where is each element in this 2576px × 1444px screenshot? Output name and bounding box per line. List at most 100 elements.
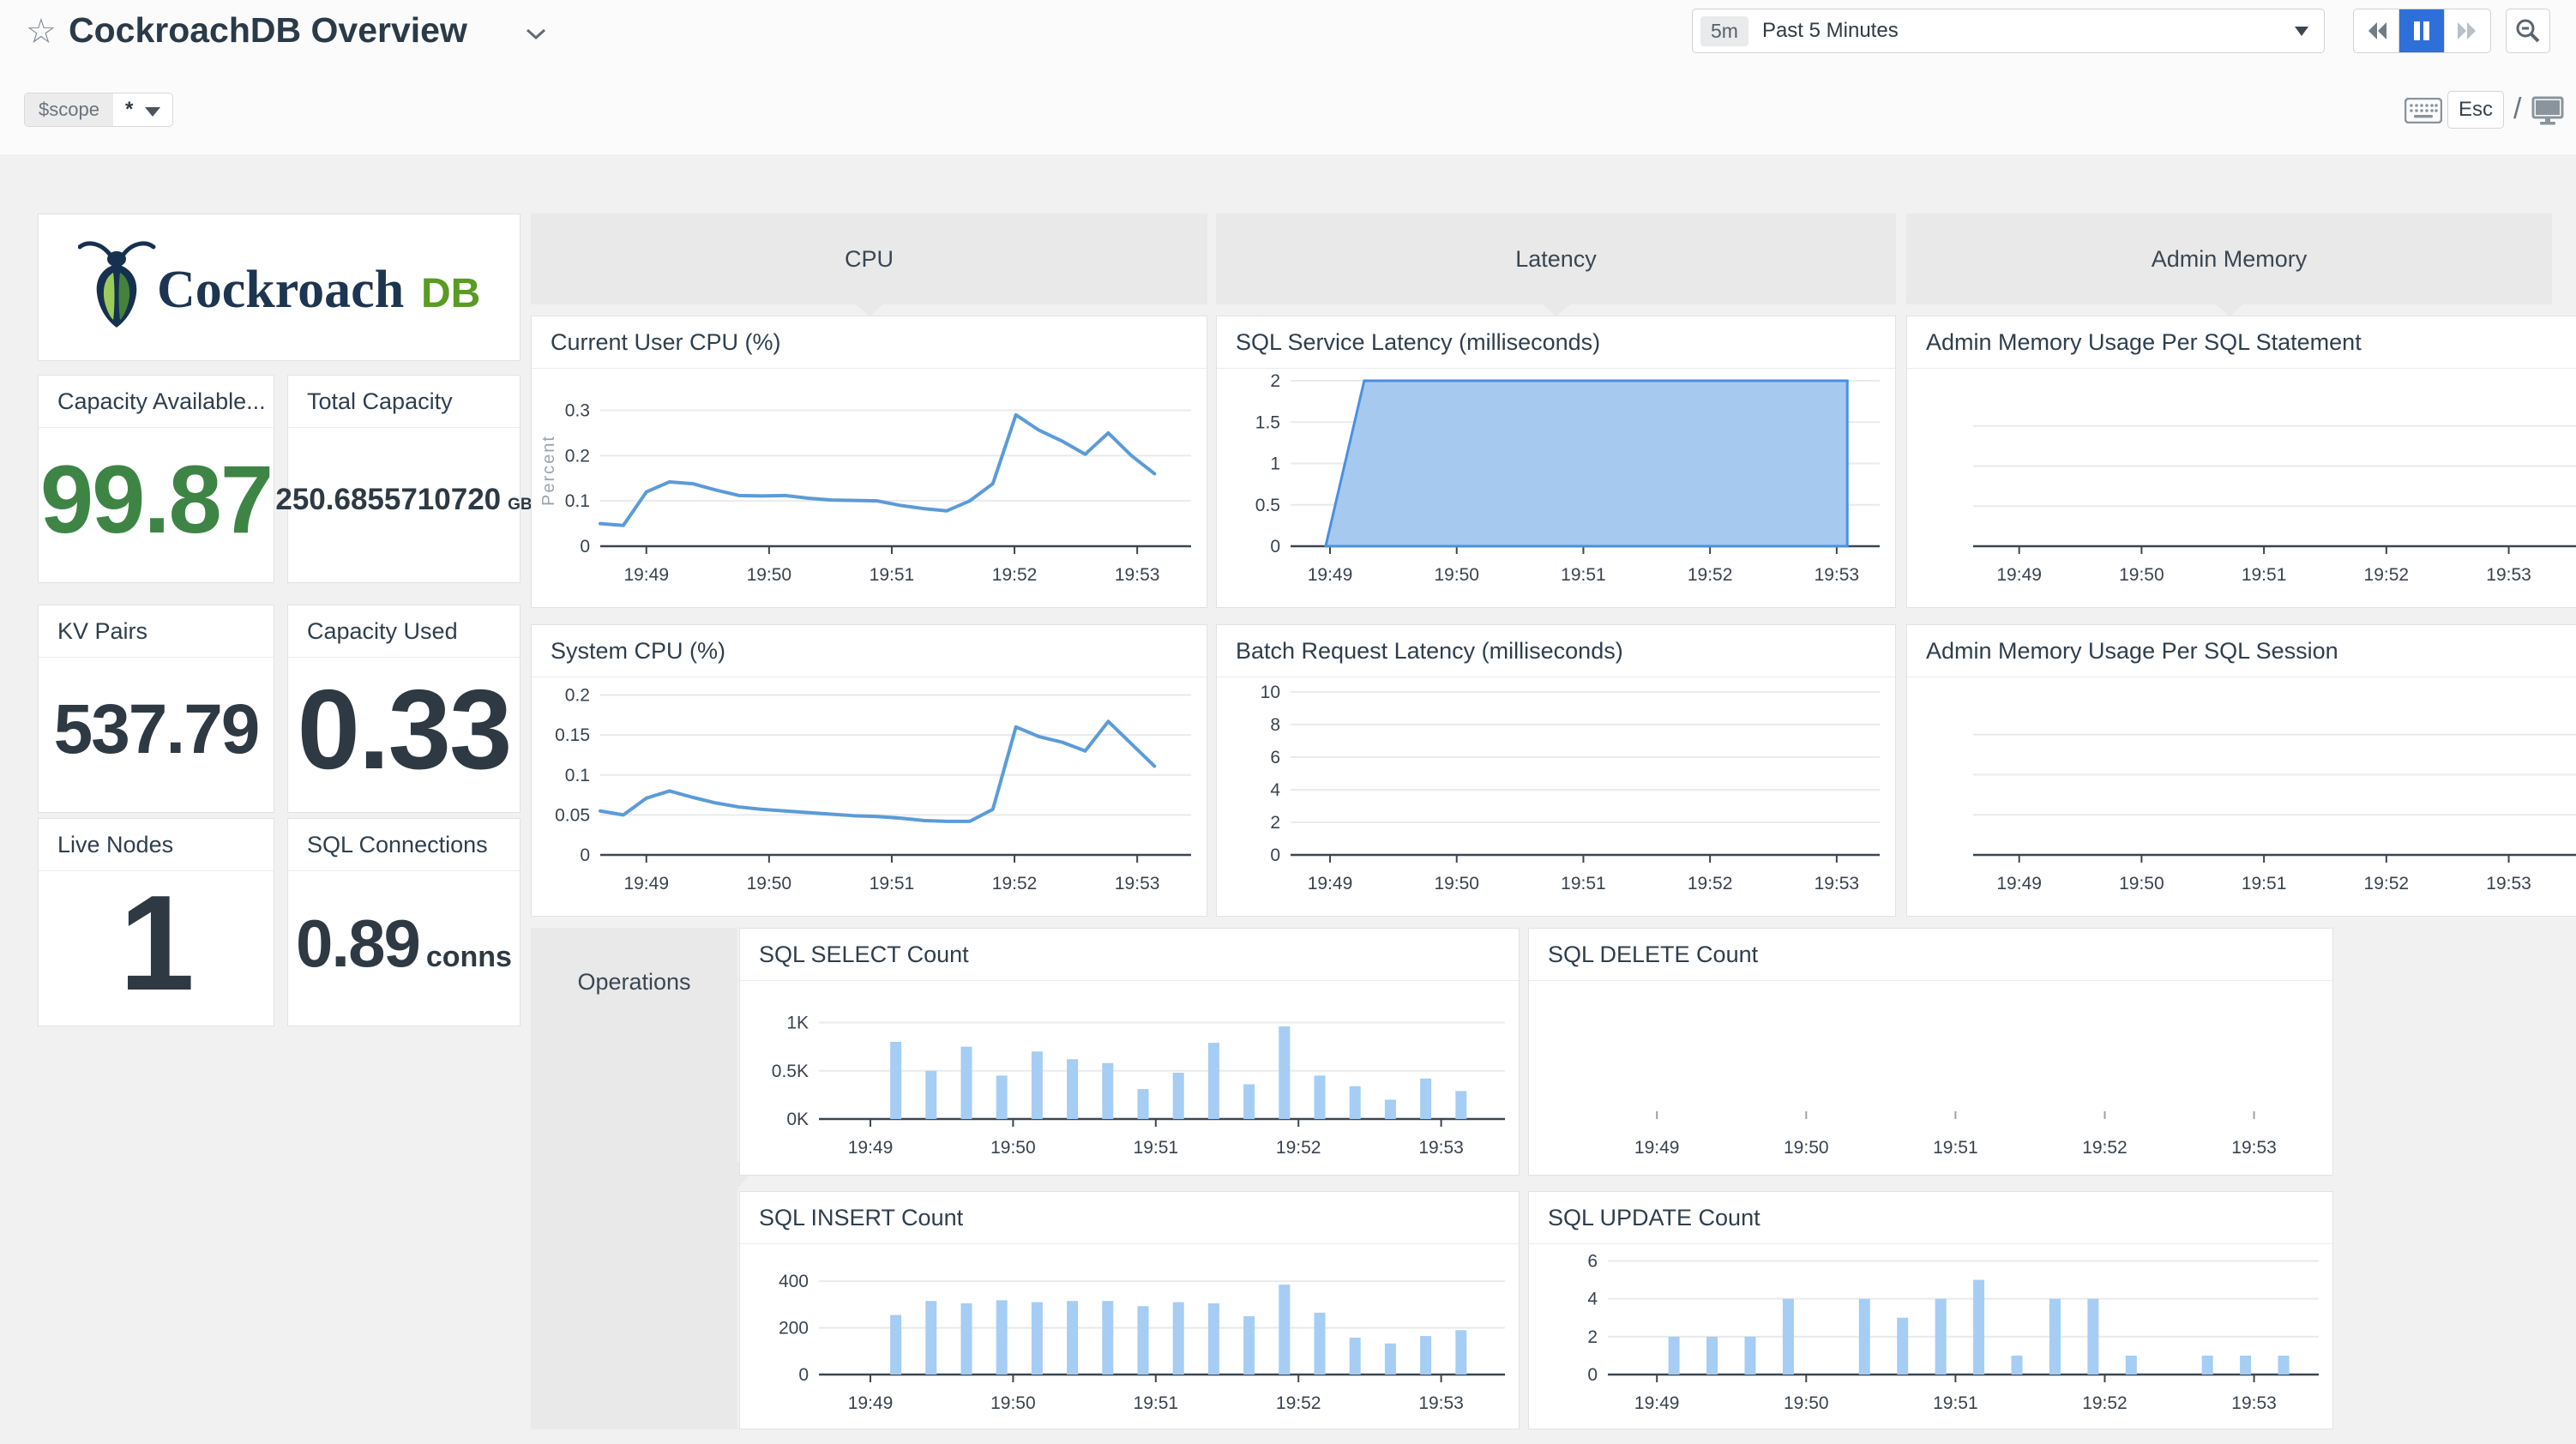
svg-text:19:50: 19:50 — [747, 874, 792, 893]
svg-text:19:49: 19:49 — [623, 565, 669, 585]
group-label: Admin Memory — [2151, 245, 2308, 272]
svg-text:19:52: 19:52 — [1276, 1138, 1321, 1158]
svg-text:19:50: 19:50 — [747, 565, 792, 585]
svg-text:19:49: 19:49 — [848, 1393, 894, 1413]
chart-sql-select-count[interactable]: 0K 0.5K 1K 19:49 19:50 19:51 19:52 19:53 — [740, 981, 1519, 1180]
svg-text:19:50: 19:50 — [990, 1393, 1036, 1413]
group-header-admin-memory[interactable]: Admin Memory — [1906, 214, 2552, 316]
title-chevron-down-icon[interactable] — [525, 27, 547, 45]
svg-text:19:50: 19:50 — [1784, 1393, 1829, 1413]
zoom-out-icon — [2516, 19, 2540, 43]
stat-card-capacity-available: Capacity Available... 99.87 — [38, 375, 274, 583]
dashboard-title: CockroachDB Overview — [69, 10, 467, 50]
svg-text:19:51: 19:51 — [1561, 565, 1606, 585]
pause-icon — [2414, 21, 2429, 40]
svg-text:19:49: 19:49 — [1634, 1138, 1680, 1158]
esc-key-button[interactable]: Esc — [2447, 91, 2504, 129]
svg-text:19:51: 19:51 — [1933, 1138, 1978, 1158]
stat-label: KV Pairs — [39, 605, 274, 658]
panel-system-cpu: System CPU (%) 0 0.05 0.1 0.15 0.2 19:49 19:50… — [531, 624, 1207, 917]
svg-text:19:51: 19:51 — [2242, 565, 2287, 585]
time-range-selector[interactable]: 5m Past 5 Minutes — [1692, 9, 2325, 53]
svg-text:19:52: 19:52 — [1276, 1393, 1321, 1413]
chart-current-user-cpu[interactable]: 0 0.1 0.2 0.3 19:49 19:50 19:51 19:52 19:53 Perce… — [532, 369, 1207, 612]
svg-text:4: 4 — [1587, 1290, 1598, 1309]
svg-text:19:53: 19:53 — [1115, 565, 1160, 585]
chart-sql-insert-count[interactable]: 0 200 400 19:49 19:50 19:51 19:52 19:53 — [740, 1244, 1519, 1434]
chart-title: Admin Memory Usage Per SQL Session — [1907, 625, 2576, 677]
chart-title: SQL UPDATE Count — [1529, 1192, 2332, 1244]
group-header-latency[interactable]: Latency — [1216, 214, 1896, 316]
svg-text:19:51: 19:51 — [1933, 1393, 1978, 1413]
group-header-operations[interactable]: Operations — [531, 928, 749, 1429]
pause-button[interactable] — [2399, 9, 2445, 52]
svg-text:19:52: 19:52 — [992, 874, 1038, 893]
svg-text:19:52: 19:52 — [2364, 565, 2410, 585]
panel-sql-service-latency: SQL Service Latency (milliseconds) 0 0.5 1… — [1216, 316, 1896, 608]
svg-text:8: 8 — [1270, 715, 1280, 735]
svg-text:0: 0 — [580, 845, 590, 865]
group-label: CPU — [844, 245, 894, 272]
fullscreen-monitor-icon[interactable] — [2531, 96, 2566, 129]
keyboard-icon[interactable] — [2404, 97, 2443, 128]
svg-text:19:52: 19:52 — [2082, 1393, 2128, 1413]
chart-sql-update-count[interactable]: 0 2 4 6 19:49 19:50 19:51 19:52 19:53 — [1529, 1244, 2332, 1434]
svg-text:0: 0 — [798, 1365, 809, 1385]
chart-sql-delete-count[interactable]: 19:49 19:50 19:51 19:52 19:53 — [1529, 981, 2332, 1180]
panel-sql-update-count: SQL UPDATE Count 0 2 4 6 19:49 19:50 19:51 19:5… — [1528, 1191, 2333, 1429]
chart-title: Admin Memory Usage Per SQL Statement — [1907, 316, 2576, 369]
scope-label: $scope — [25, 93, 113, 126]
svg-text:Cockroach: Cockroach — [157, 261, 404, 319]
svg-text:19:51: 19:51 — [870, 565, 915, 585]
svg-text:19:53: 19:53 — [1815, 565, 1860, 585]
svg-text:19:49: 19:49 — [1308, 874, 1353, 893]
svg-text:0.1: 0.1 — [565, 766, 590, 785]
fast-forward-icon — [2457, 22, 2476, 39]
svg-text:19:49: 19:49 — [1308, 565, 1353, 585]
fast-forward-button[interactable] — [2445, 9, 2490, 52]
svg-text:19:49: 19:49 — [623, 874, 669, 893]
svg-text:0.1: 0.1 — [565, 491, 590, 511]
svg-text:19:50: 19:50 — [2119, 565, 2164, 585]
rewind-button[interactable] — [2354, 9, 2399, 52]
svg-text:4: 4 — [1270, 780, 1280, 800]
group-header-cpu[interactable]: CPU — [531, 214, 1207, 316]
rewind-icon — [2368, 22, 2386, 39]
chart-system-cpu[interactable]: 0 0.05 0.1 0.15 0.2 19:49 19:50 19:51 19:52 19:53 — [532, 677, 1207, 921]
svg-text:19:49: 19:49 — [848, 1138, 894, 1158]
stat-card-live-nodes: Live Nodes 1 — [38, 818, 274, 1026]
svg-text:0.2: 0.2 — [565, 446, 590, 466]
chart-admin-memory-statement[interactable]: 19:49 19:50 19:51 19:52 19:53 — [1907, 369, 2576, 612]
stat-label: Live Nodes — [39, 819, 274, 871]
svg-text:19:52: 19:52 — [2082, 1138, 2128, 1158]
chart-batch-request-latency[interactable]: 0 2 4 6 8 10 19:49 19:50 19:51 19:52 19:53 — [1217, 677, 1895, 921]
svg-text:19:50: 19:50 — [990, 1138, 1036, 1158]
stat-value: 0.33 — [297, 665, 513, 792]
chart-title: SQL DELETE Count — [1529, 929, 2332, 981]
group-label: Latency — [1515, 245, 1597, 272]
chart-title: Batch Request Latency (milliseconds) — [1217, 625, 1895, 677]
chart-admin-memory-session[interactable]: 19:49 19:50 19:51 19:52 19:53 — [1907, 677, 2576, 921]
svg-text:19:52: 19:52 — [1688, 565, 1733, 585]
favorite-star-icon[interactable]: ☆ — [26, 12, 57, 51]
stat-card-total-capacity: Total Capacity 250.6855710720 GB — [275, 375, 533, 583]
svg-text:19:51: 19:51 — [2242, 874, 2287, 893]
template-variable-scope[interactable]: $scope * — [24, 93, 174, 127]
svg-text:400: 400 — [779, 1272, 809, 1291]
time-range-caret-icon — [2295, 26, 2308, 36]
svg-text:1: 1 — [1270, 454, 1280, 474]
svg-text:DB: DB — [421, 271, 480, 316]
zoom-out-button[interactable] — [2506, 9, 2550, 53]
svg-text:19:53: 19:53 — [1418, 1393, 1464, 1413]
scope-value: * — [124, 98, 134, 121]
svg-text:0.2: 0.2 — [565, 686, 590, 706]
scope-caret-icon — [145, 106, 161, 117]
svg-text:0: 0 — [1587, 1365, 1598, 1385]
chart-sql-service-latency[interactable]: 0 0.5 1 1.5 2 19:49 19:50 19:51 19:52 19:53 — [1217, 369, 1895, 612]
panel-sql-select-count: SQL SELECT Count 0K 0.5K 1K 19:49 19:50 19:51… — [739, 928, 1520, 1176]
svg-text:19:53: 19:53 — [2486, 874, 2531, 893]
svg-text:2: 2 — [1270, 813, 1280, 833]
svg-text:6: 6 — [1270, 748, 1280, 767]
panel-sql-insert-count: SQL INSERT Count 0 200 400 19:49 19:50 19:51 1… — [739, 1191, 1520, 1429]
svg-text:19:52: 19:52 — [992, 565, 1038, 585]
